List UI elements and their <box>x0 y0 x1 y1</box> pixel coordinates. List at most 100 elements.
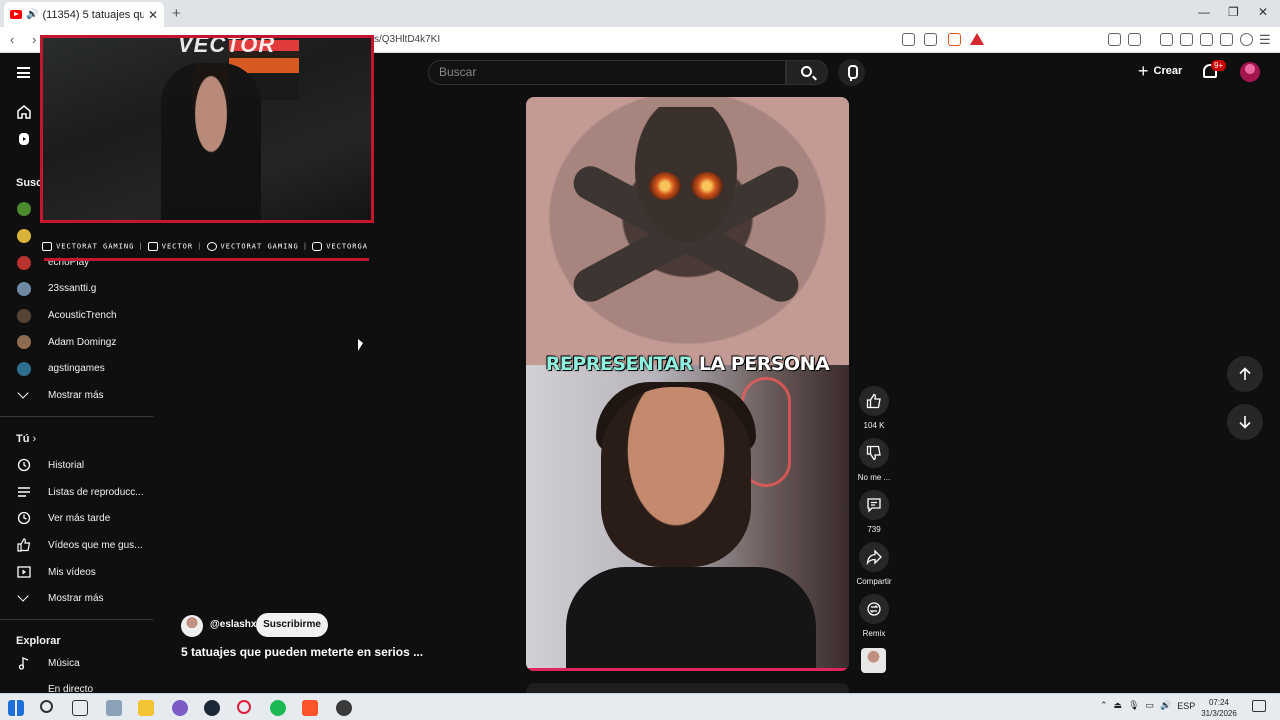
clock-date: 31/3/2026 <box>1201 709 1237 718</box>
sidebar-item-my-videos[interactable]: Mis vídeos <box>48 567 96 578</box>
volume-icon[interactable]: 🔊 <box>1160 700 1171 711</box>
sidebar-icon[interactable] <box>1180 33 1193 46</box>
spotify-icon[interactable] <box>270 700 286 716</box>
new-tab-button[interactable]: + <box>172 5 181 22</box>
app-icon[interactable] <box>106 700 122 716</box>
like-button[interactable] <box>859 386 889 416</box>
sub-avatar-6[interactable] <box>17 335 31 349</box>
window-close-button[interactable]: ✕ <box>1258 5 1268 19</box>
cast-icon[interactable] <box>902 33 915 46</box>
url-field[interactable]: s/Q3HltD4k7KI <box>374 34 440 45</box>
wallet2-icon[interactable] <box>1200 33 1213 46</box>
webcam-overlay: VECTOR <box>40 35 374 223</box>
comments-button[interactable] <box>859 490 889 520</box>
discord-icon[interactable] <box>172 700 188 716</box>
maximize-button[interactable]: ❐ <box>1228 5 1239 19</box>
sub-label-23ssantti[interactable]: 23ssantti.g <box>48 283 96 294</box>
share-label: Compartir <box>856 577 892 586</box>
next-short-peek <box>526 683 849 693</box>
mic-icon[interactable]: 🎙 <box>1128 700 1139 711</box>
subscriptions-heading[interactable]: Susc <box>16 177 42 189</box>
previous-short-button[interactable] <box>1227 356 1263 392</box>
brave-shield-icon[interactable] <box>948 33 961 46</box>
subscribe-button[interactable]: Suscribirme <box>256 613 328 637</box>
sidebar-item-music[interactable]: Música <box>48 658 80 669</box>
sidebar-item-playlists[interactable]: Listas de reproducc... <box>48 487 144 498</box>
video-progress-bar[interactable] <box>526 668 849 671</box>
sidebar-item-liked[interactable]: Vídeos que me gus... <box>48 540 143 551</box>
file-explorer-icon[interactable] <box>138 700 154 716</box>
minimize-button[interactable]: — <box>1198 5 1210 19</box>
voice-search-button[interactable] <box>838 59 865 86</box>
windows-start-icon[interactable] <box>8 700 24 716</box>
sub-avatar-1[interactable] <box>17 202 31 216</box>
sub-avatar-7[interactable] <box>17 362 31 376</box>
sub-avatar-4[interactable] <box>17 282 31 296</box>
usb-icon[interactable]: ⏏ <box>1114 700 1123 711</box>
search-button[interactable] <box>786 60 828 85</box>
clock[interactable]: 07:24 31/3/2026 <box>1196 697 1242 719</box>
search-input[interactable]: Buscar <box>428 60 786 85</box>
home-icon[interactable] <box>17 105 31 119</box>
subs-show-more[interactable]: Mostrar más <box>48 390 104 401</box>
hamburger-menu-icon[interactable] <box>17 67 30 78</box>
sub-avatar-3[interactable] <box>17 256 31 270</box>
separator: | <box>138 242 144 250</box>
mouse-cursor-icon <box>358 339 363 351</box>
leo-ai-icon[interactable] <box>1220 33 1233 46</box>
task-view-icon[interactable] <box>72 700 88 716</box>
you-show-more[interactable]: Mostrar más <box>48 593 104 604</box>
short-title[interactable]: 5 tatuajes que pueden meterte en serios … <box>181 645 423 659</box>
shorts-icon[interactable] <box>17 132 31 146</box>
channel-name[interactable]: @eslashx <box>210 619 256 630</box>
share-button[interactable] <box>859 542 889 572</box>
next-short-button[interactable] <box>1227 404 1263 440</box>
sidebar-item-history[interactable]: Historial <box>48 460 84 471</box>
skull-eye <box>649 172 681 200</box>
forward-icon[interactable]: › <box>32 32 36 47</box>
thumbs-down-icon <box>866 445 881 461</box>
back-icon[interactable]: ‹ <box>10 32 14 47</box>
short-video-player[interactable]: REPRESENTAR LA PERSONA <box>526 97 849 671</box>
speaker-icon[interactable]: 🔊 <box>26 9 38 20</box>
share-page-icon[interactable] <box>924 33 937 46</box>
language-indicator[interactable]: ESP <box>1177 701 1195 711</box>
social-instagram: VECTORGA <box>312 241 368 251</box>
notification-center-icon[interactable] <box>1252 700 1266 712</box>
sidebar-item-watch-later[interactable]: Ver más tarde <box>48 513 110 524</box>
brave-rewards-icon[interactable] <box>970 33 984 45</box>
presenter-face <box>601 387 751 567</box>
dislike-label: No me ... <box>857 473 891 482</box>
wallet-icon[interactable] <box>1128 33 1141 46</box>
sub-label-acoustictrench[interactable]: AcousticTrench <box>48 310 117 321</box>
brave-icon[interactable] <box>302 700 318 716</box>
account-avatar[interactable] <box>1240 62 1260 82</box>
network-icon[interactable]: ▭ <box>1146 700 1155 711</box>
create-button[interactable]: + Crear <box>1138 62 1182 80</box>
windows-taskbar: ⌃ ⏏ 🎙 ▭ 🔊 ESP 07:24 31/3/2026 <box>0 693 1280 720</box>
youtube-icon <box>42 241 53 251</box>
channel-avatar[interactable] <box>181 615 203 637</box>
close-tab-icon[interactable]: ✕ <box>148 8 158 22</box>
tray-chevron-icon[interactable]: ⌃ <box>1100 700 1108 711</box>
sound-thumbnail[interactable] <box>861 648 886 673</box>
sub-label-adamdomingz[interactable]: Adam Domingz <box>48 337 116 348</box>
steam-icon[interactable] <box>204 700 220 716</box>
sub-label-agstingames[interactable]: agstingames <box>48 363 105 374</box>
sub-avatar-5[interactable] <box>17 309 31 323</box>
overlay-logo: VECTOR <box>178 35 276 57</box>
obs-icon[interactable] <box>336 700 352 716</box>
sub-avatar-2[interactable] <box>17 229 31 243</box>
taskbar-search-icon[interactable] <box>40 700 53 713</box>
dislike-button[interactable] <box>859 438 889 468</box>
menu-icon[interactable]: ☰ <box>1259 32 1271 48</box>
chevron-right-icon: › <box>32 433 37 445</box>
vpn-icon[interactable] <box>1240 33 1253 46</box>
media-icon[interactable] <box>1160 33 1173 46</box>
you-heading[interactable]: Tú › <box>16 433 36 445</box>
opera-icon[interactable] <box>237 700 251 714</box>
remix-button[interactable] <box>859 594 889 624</box>
extensions-icon[interactable] <box>1108 33 1121 46</box>
browser-tab[interactable]: 🔊 (11354) 5 tatuajes que pueden ✕ <box>4 2 164 27</box>
clock-time: 07:24 <box>1208 698 1230 707</box>
